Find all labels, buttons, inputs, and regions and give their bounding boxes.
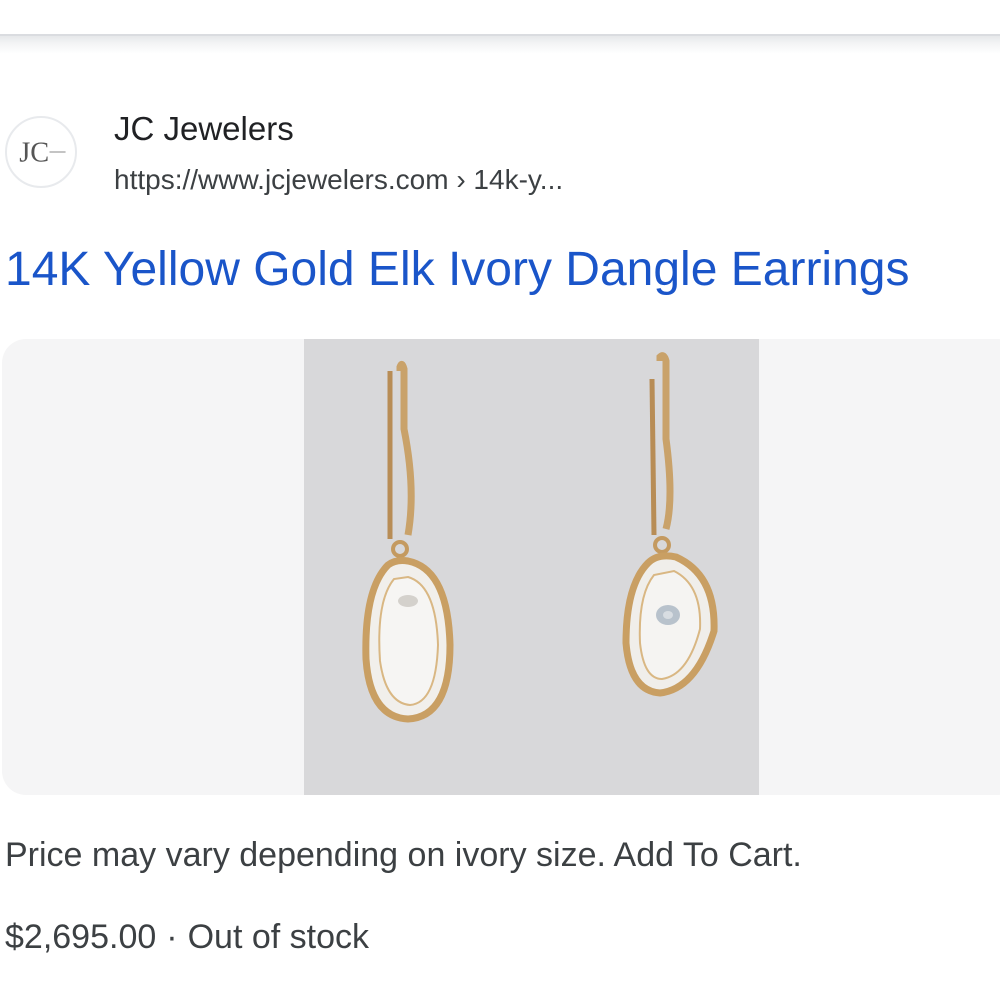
favicon-logo-text: JC bbox=[19, 137, 49, 168]
availability: Out of stock bbox=[187, 918, 369, 956]
site-name[interactable]: JC Jewelers bbox=[114, 110, 294, 148]
result-divider bbox=[0, 34, 1000, 54]
search-result: JC JC Jewelers https://www.jcjewelers.co… bbox=[0, 54, 1000, 998]
image-card[interactable] bbox=[2, 339, 1000, 795]
separator: · bbox=[166, 918, 178, 956]
product-image[interactable] bbox=[304, 339, 759, 795]
site-url[interactable]: https://www.jcjewelers.com › 14k-y... bbox=[114, 164, 563, 196]
result-snippet: Price may vary depending on ivory size. … bbox=[5, 836, 802, 874]
price: $2,695.00 bbox=[5, 918, 157, 956]
earrings-image-icon bbox=[304, 339, 759, 795]
result-title-link[interactable]: 14K Yellow Gold Elk Ivory Dangle Earring… bbox=[5, 242, 1000, 297]
price-line: $2,695.00 · Out of stock bbox=[5, 918, 369, 957]
jc-jewelers-logo-icon[interactable]: JC bbox=[5, 116, 77, 188]
top-strip bbox=[0, 0, 1000, 34]
